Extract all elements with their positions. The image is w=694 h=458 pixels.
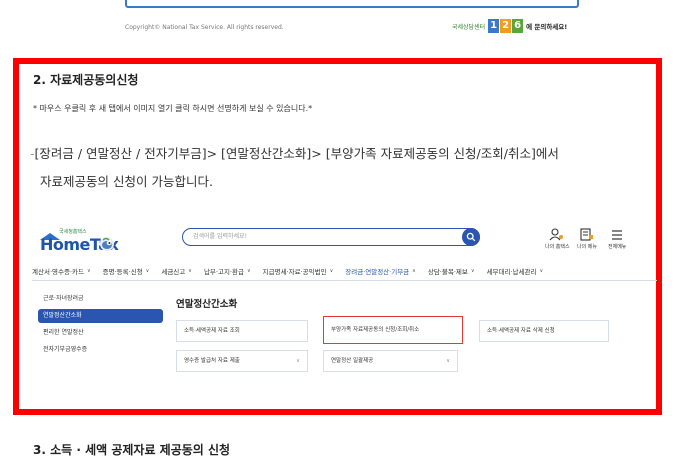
main-nav: 계산서·영수증·카드 ∨ 증명·등록·신청 ∨ 세금신고 ∨ 납부·고지·환급 ∨ 지급… [32, 264, 657, 278]
hometax-logo[interactable]: 국세청홈택스 HomeTax [37, 228, 119, 258]
chevron-up-icon: ∧ [412, 268, 416, 274]
card-deduction-lookup[interactable]: 소득·세액공제 자료 조회 [176, 320, 308, 342]
chevron-down-icon: ∨ [329, 268, 334, 274]
copyright-text: Copyright© National Tax Service. All rig… [125, 24, 284, 31]
chevron-down-icon: ∨ [539, 268, 544, 274]
next-section-title: 3. 소득 · 세액 공제자료 제공동의 신청 [33, 443, 231, 457]
content-title: 연말정산간소화 [176, 299, 238, 310]
section-description: -[장려금 / 연말정산 / 전자기부금]> [연말정산간소화]> [부양가족 … [30, 140, 650, 196]
sidebar-item-simplified[interactable]: 연말정산간소화 [38, 309, 163, 323]
my-hometax-button[interactable]: 나의 홈택스 [545, 228, 570, 250]
sidebar-item-donation[interactable]: 전자기부금영수증 [38, 343, 163, 357]
call-center-brand: 국세상담센터 1 2 6 에 문의하세요! [452, 19, 567, 33]
nav-item-year-end[interactable]: 장려금·연말정산·기부금 ∧ [345, 266, 416, 276]
search-input[interactable] [193, 231, 453, 242]
search-bar [182, 228, 480, 246]
search-icon [466, 232, 476, 242]
all-menu-label: 전체메뉴 [608, 244, 627, 250]
hamburger-icon [612, 230, 623, 240]
chevron-down-icon: ∨ [188, 268, 192, 274]
chevron-down-icon: ∨ [86, 268, 91, 274]
card-receipt-submit[interactable]: 영수증 발급처 자료 제출 ∨ [176, 350, 308, 372]
brand-small-text: 국세상담센터 [452, 23, 486, 31]
brand-number: 1 2 6 [488, 19, 524, 33]
sidebar-item-earned-income[interactable]: 근로·자녀장려금 [38, 292, 163, 306]
logo-sub-text: 국세청홈택스 [59, 229, 87, 235]
my-menu-button[interactable]: 나의 메뉴 [577, 228, 597, 250]
brand-ask-text: 에 문의하세요! [526, 23, 568, 31]
nav-item-tax-report[interactable]: 세금신고 ∨ [161, 266, 192, 276]
previous-screenshot-box [125, 0, 579, 8]
card-dependent-consent[interactable]: 부양가족 자료제공동의 신청/조회/취소 [323, 316, 463, 344]
all-menu-button[interactable]: 전체메뉴 [608, 228, 626, 250]
section-title: 2. 자료제공동의신청 [33, 73, 139, 87]
my-hometax-label: 나의 홈택스 [545, 244, 570, 250]
previous-screenshot-footer: Copyright© National Tax Service. All rig… [0, 0, 694, 45]
nav-item-agent[interactable]: 세무대리·납세관리 ∨ [487, 266, 544, 276]
user-key-icon [549, 228, 564, 241]
section-note: * 마우스 우클릭 후 새 탭에서 이미지 열기 클릭 하시면 선명하게 보실 … [33, 104, 313, 113]
chevron-down-icon: ∨ [470, 268, 475, 274]
nav-item-payment[interactable]: 납부·고지·환급 ∨ [204, 266, 251, 276]
nav-item-statement[interactable]: 지급명세·자료·공익법인 ∨ [263, 266, 334, 276]
card-deduction-delete[interactable]: 소득·세액공제 자료 삭제 신청 [479, 320, 609, 342]
card-batch-provide[interactable]: 연말정산 일괄제공 ∨ [323, 350, 458, 372]
sidebar-item-convenient[interactable]: 편리한 연말정산 [38, 326, 163, 340]
logo-mascot-icon [100, 237, 114, 251]
nav-item-certificate[interactable]: 증명·등록·신청 ∨ [103, 266, 150, 276]
nav-divider [32, 280, 657, 281]
menu-edit-icon [580, 228, 593, 241]
sidebar: 근로·자녀장려금 연말정산간소화 편리한 연말정산 전자기부금영수증 [38, 292, 163, 360]
chevron-down-icon: ∨ [246, 268, 251, 274]
nav-item-consult[interactable]: 상담·불복·제보 ∨ [428, 266, 475, 276]
desc-line-2: 자료제공동의 신청이 가능합니다. [40, 174, 213, 189]
chevron-down-icon: ∨ [296, 358, 300, 364]
search-button[interactable] [462, 228, 480, 246]
desc-line-1: [장려금 / 연말정산 / 전자기부금]> [연말정산간소화]> [부양가족 자… [34, 146, 559, 161]
chevron-down-icon: ∨ [446, 358, 450, 364]
my-menu-label: 나의 메뉴 [577, 244, 597, 250]
nav-item-invoice[interactable]: 계산서·영수증·카드 ∨ [32, 266, 91, 276]
chevron-down-icon: ∨ [145, 268, 150, 274]
